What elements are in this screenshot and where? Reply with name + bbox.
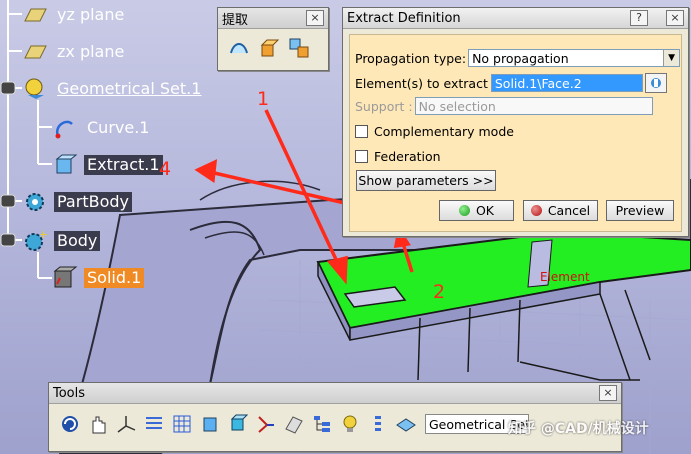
extract-icon xyxy=(52,153,78,177)
annotation-2: 2 xyxy=(433,281,446,303)
preview-label: Preview xyxy=(615,203,665,218)
multi-select-icon xyxy=(650,78,661,88)
support-label: Support : xyxy=(355,98,413,114)
dialog-titlebar[interactable]: Extract Definition ? × xyxy=(343,8,688,29)
support-field[interactable]: No selection xyxy=(414,97,653,115)
annotation-1: 1 xyxy=(257,88,270,110)
tree-item-label: Solid.1 xyxy=(84,268,145,288)
tree-item-yz-plane[interactable]: yz plane xyxy=(22,3,127,27)
tree-item-partbody[interactable]: PartBody xyxy=(22,190,132,214)
extract-toolbar-close-button[interactable]: × xyxy=(306,10,324,26)
tree-item-label: Geometrical Set.1 xyxy=(57,79,202,98)
layer-icon[interactable] xyxy=(393,411,419,437)
plane-icon xyxy=(22,3,48,27)
elements-row: Element(s) to extract Solid.1\Face.2 xyxy=(355,73,667,93)
light-bulb-icon[interactable] xyxy=(337,411,363,437)
tree-item-body[interactable]: + Body xyxy=(22,229,101,253)
3d-viewport[interactable]: yz plane zx plane Geometrical Set.1 Curv… xyxy=(0,0,691,454)
tree-icon[interactable] xyxy=(309,411,335,437)
tools-titlebar[interactable]: Tools × xyxy=(49,383,621,404)
support-row: Support : No selection xyxy=(355,97,653,115)
complementary-checkbox[interactable] xyxy=(355,125,368,138)
dialog-title: Extract Definition xyxy=(347,10,461,26)
dialog-close-button[interactable]: × xyxy=(666,10,684,26)
help-button[interactable]: ? xyxy=(630,10,648,26)
tree-item-label: zx plane xyxy=(57,42,125,61)
federation-row[interactable]: Federation xyxy=(355,149,441,164)
measure-icon[interactable] xyxy=(253,411,279,437)
show-parameters-label: Show parameters >> xyxy=(358,173,494,188)
elements-field[interactable]: Solid.1\Face.2 xyxy=(490,74,643,92)
sketch-icon[interactable] xyxy=(281,411,307,437)
ok-label: OK xyxy=(475,203,495,218)
preview-button[interactable]: Preview xyxy=(606,200,674,221)
axis-system-icon[interactable] xyxy=(113,411,139,437)
update-icon[interactable] xyxy=(57,411,83,437)
chevron-down-icon[interactable]: ▼ xyxy=(663,50,680,66)
propagation-label: Propagation type: xyxy=(355,50,467,66)
cancel-button[interactable]: Cancel xyxy=(523,200,598,221)
complementary-row[interactable]: Complementary mode xyxy=(355,124,514,139)
work-grid-icon[interactable] xyxy=(169,411,195,437)
extract-definition-dialog: Extract Definition ? × Propagation type:… xyxy=(342,7,689,237)
tree-item-zx-plane[interactable]: zx plane xyxy=(22,40,127,64)
element-viewport-label: Element xyxy=(540,270,590,284)
gear-icon xyxy=(22,190,48,214)
cancel-icon xyxy=(530,205,542,216)
show-parameters-button[interactable]: Show parameters >> xyxy=(356,170,496,191)
watermark: 知乎 @CAD/机械设计 xyxy=(508,421,649,437)
grid-list-icon[interactable] xyxy=(141,411,167,437)
tools-close-button[interactable]: × xyxy=(599,385,617,401)
element-list-button[interactable] xyxy=(644,73,667,93)
solid-box-icon[interactable] xyxy=(225,411,251,437)
svg-text:+: + xyxy=(39,229,48,241)
tools-title: Tools xyxy=(53,385,86,401)
tree-item-extract[interactable]: Extract.1 xyxy=(52,153,163,177)
curve-icon xyxy=(52,116,78,140)
tree-item-label: yz plane xyxy=(57,5,125,24)
multiple-extract-icon[interactable] xyxy=(286,35,312,61)
gear-plus-icon: + xyxy=(22,229,48,253)
complementary-label: Complementary mode xyxy=(374,124,514,139)
ok-icon xyxy=(458,205,470,216)
tools-toolbar: Tools × Geometrical Set xyxy=(48,382,622,452)
boundary-icon[interactable] xyxy=(226,35,252,61)
extract-toolbar: 提取 × xyxy=(217,7,329,71)
tree-item-label: Curve.1 xyxy=(87,118,150,137)
tree-item-label: Extract.1 xyxy=(84,155,163,175)
tree-item-label: PartBody xyxy=(54,192,132,212)
extract-toolbar-title: 提取 xyxy=(222,12,249,28)
elements-label: Element(s) to extract xyxy=(355,75,488,91)
solid-icon xyxy=(52,266,78,290)
extract-icon[interactable] xyxy=(256,35,282,61)
hand-icon[interactable] xyxy=(85,411,111,437)
ok-button[interactable]: OK xyxy=(439,200,514,221)
propagation-select[interactable]: No propagation ▼ xyxy=(468,49,681,67)
tree-item-solid[interactable]: Solid.1 xyxy=(52,266,145,290)
support-value: No selection xyxy=(418,99,496,114)
tree-item-label: Body xyxy=(54,231,101,251)
list-icon[interactable] xyxy=(365,411,391,437)
cube-view-icon[interactable] xyxy=(197,411,223,437)
tree-item-geometrical-set[interactable]: Geometrical Set.1 xyxy=(22,77,204,101)
annotation-4: 4 xyxy=(159,158,172,180)
elements-value: Solid.1\Face.2 xyxy=(494,76,582,91)
propagation-row: Propagation type: No propagation ▼ xyxy=(355,49,681,67)
tree-item-curve[interactable]: Curve.1 xyxy=(52,116,152,140)
federation-label: Federation xyxy=(374,149,441,164)
extract-toolbar-titlebar[interactable]: 提取 × xyxy=(218,8,328,29)
propagation-value: No propagation xyxy=(472,51,569,66)
federation-checkbox[interactable] xyxy=(355,150,368,163)
plane-icon xyxy=(22,40,48,64)
geometrical-set-icon xyxy=(22,77,48,101)
cancel-label: Cancel xyxy=(547,203,591,218)
